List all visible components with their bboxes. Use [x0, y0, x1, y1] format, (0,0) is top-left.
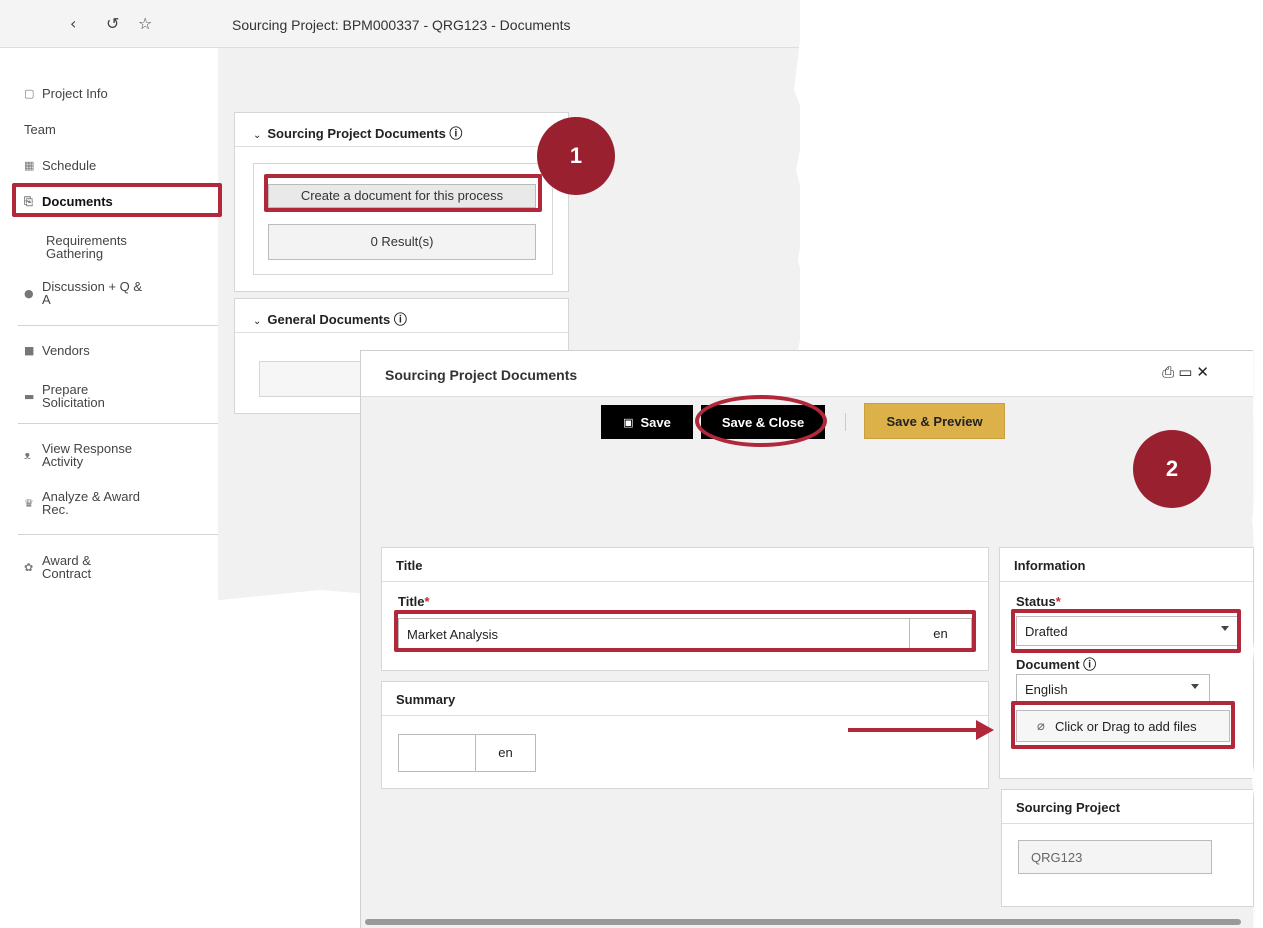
sidebar-divider — [18, 534, 218, 535]
page-title: Sourcing Project: BPM000337 - QRG123 - D… — [232, 17, 571, 33]
sidebar-item-prepare-solicitation[interactable]: ▬ Prepare Solicitation — [24, 383, 144, 409]
status-label: Status* — [1016, 594, 1061, 609]
chevron-down-icon: ⌄ — [253, 316, 262, 327]
handshake-icon: ✿ — [24, 560, 34, 574]
step-badge-1: 1 — [537, 117, 615, 195]
document-dialog: Sourcing Project Documents ⎙▭✕ ▣ Save Sa… — [360, 350, 1254, 928]
title-card: Title Title* Market Analysis en — [381, 547, 989, 671]
panel-header[interactable]: ⌄ Sourcing Project Documents ⓘ — [235, 113, 568, 147]
save-icon: ▣ — [623, 415, 634, 429]
title-label: Title* — [398, 594, 430, 609]
history-icon[interactable]: ↺ — [106, 14, 119, 33]
sidebar-item-award-contract[interactable]: ✿ Award & Contract — [24, 554, 144, 580]
sidebar-item-project-info[interactable]: ▢ Project Info — [24, 86, 108, 101]
truck-icon: ■ — [24, 344, 35, 357]
document-label: Document ⓘ — [1016, 657, 1097, 672]
summary-input[interactable]: en — [398, 734, 536, 772]
callout-circle-save-close — [695, 395, 827, 447]
chevron-down-icon — [1191, 684, 1199, 689]
step-badge-2: 2 — [1133, 430, 1211, 508]
sidebar-item-requirements-gathering[interactable]: Requirements Gathering — [46, 234, 156, 260]
save-and-preview-button[interactable]: Save & Preview — [864, 403, 1005, 439]
horizontal-scrollbar[interactable] — [365, 919, 1241, 925]
callout-highlight-create — [264, 174, 542, 212]
summary-card: Summary en — [381, 681, 989, 789]
sidebar-item-team[interactable]: Team — [24, 122, 56, 137]
callout-highlight-documents — [12, 183, 222, 217]
sidebar-item-view-response-activity[interactable]: ᴥ View Response Activity — [24, 442, 164, 468]
trophy-icon: ♛ — [24, 496, 34, 510]
callout-highlight-title — [394, 610, 976, 652]
results-count: 0 Result(s) — [268, 224, 536, 260]
window-controls-icon[interactable]: ⎙▭✕ — [1162, 363, 1213, 381]
language-code[interactable]: en — [475, 735, 535, 771]
sidebar-divider — [18, 325, 218, 326]
binoculars-icon: ᴥ — [24, 448, 31, 462]
folder-icon: ▬ — [24, 389, 35, 403]
clipboard-icon: ▢ — [24, 87, 35, 100]
back-arrow-icon[interactable]: ‹ — [70, 14, 76, 33]
callout-arrow — [848, 728, 978, 732]
sidebar-item-discussion[interactable]: ● Discussion + Q & A — [24, 280, 164, 306]
card-header: Summary — [382, 682, 988, 716]
callout-highlight-status — [1011, 609, 1241, 653]
card-header: Sourcing Project — [1002, 790, 1253, 824]
sidebar-item-analyze-award[interactable]: ♛ Analyze & Award Rec. — [24, 490, 164, 516]
document-language-select[interactable]: English — [1016, 674, 1210, 704]
arrow-head-icon — [976, 720, 994, 740]
toolbar-divider — [845, 413, 846, 431]
sidebar: ▢ Project Info Team ▦ Schedule ⎘ Documen… — [0, 48, 218, 600]
sidebar-item-vendors[interactable]: ■ Vendors — [24, 343, 90, 358]
sourcing-project-field: QRG123 — [1018, 840, 1212, 874]
card-header: Information — [1000, 548, 1253, 582]
callout-highlight-attach — [1011, 701, 1235, 749]
top-bar: ‹ ↺ ☆ Sourcing Project: BPM000337 - QRG1… — [0, 0, 800, 48]
chevron-down-icon: ⌄ — [253, 130, 262, 141]
sidebar-divider — [18, 423, 218, 424]
save-button[interactable]: ▣ Save — [601, 405, 693, 439]
favorite-star-icon[interactable]: ☆ — [138, 14, 152, 33]
dialog-header: Sourcing Project Documents ⎙▭✕ — [361, 351, 1253, 397]
card-header: Title — [382, 548, 988, 582]
chat-icon: ● — [24, 286, 34, 300]
sidebar-item-schedule[interactable]: ▦ Schedule — [24, 158, 96, 173]
panel-header[interactable]: ⌄ General Documents ⓘ — [235, 299, 568, 333]
dialog-title: Sourcing Project Documents — [385, 367, 578, 383]
calendar-icon: ▦ — [24, 159, 35, 172]
sourcing-project-card: Sourcing Project QRG123 — [1001, 789, 1254, 907]
